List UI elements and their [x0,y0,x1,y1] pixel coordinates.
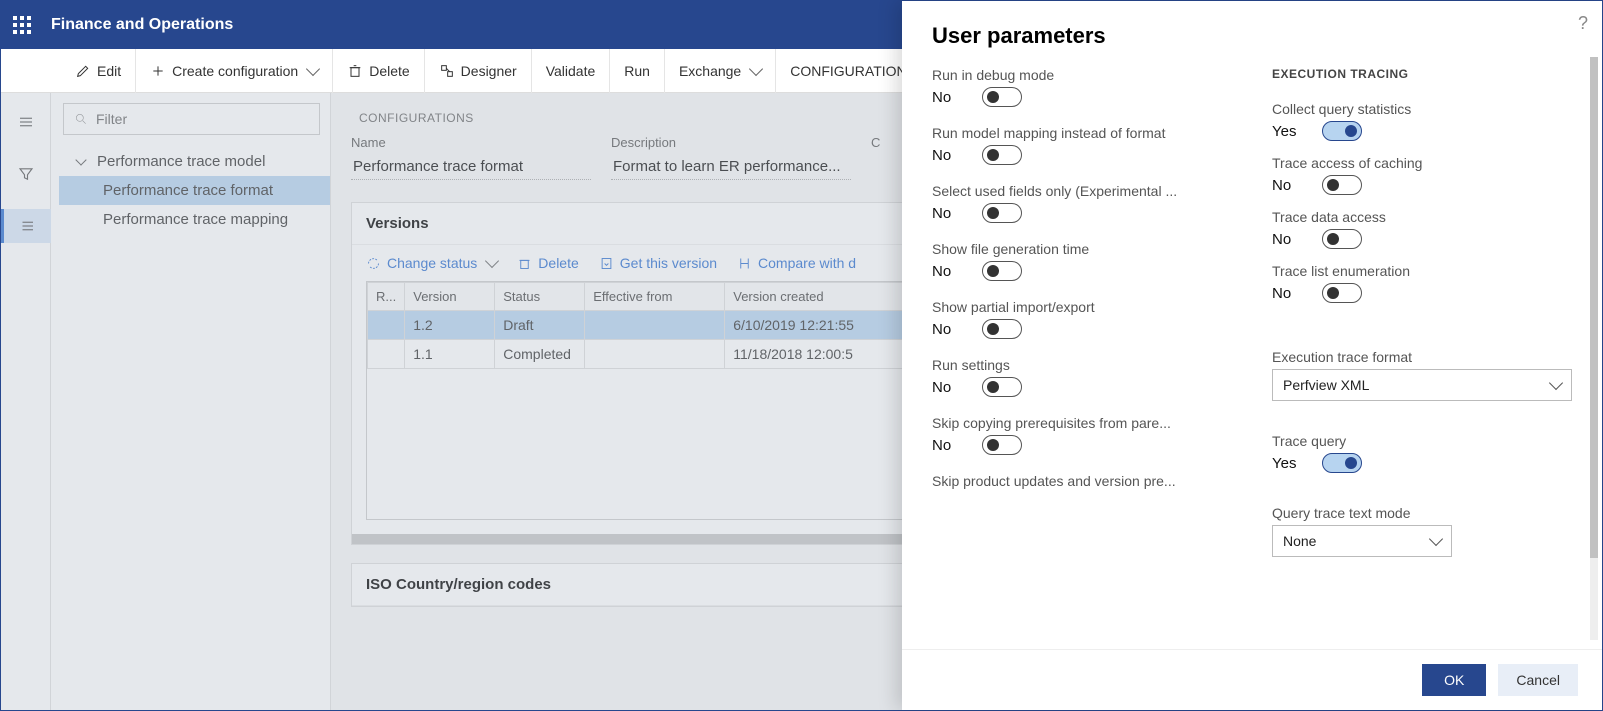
designer-button[interactable]: Designer [425,49,532,93]
get-version-button[interactable]: Get this version [599,255,717,271]
col-effective[interactable]: Effective from [585,283,725,311]
toggle[interactable] [982,261,1022,281]
dialog-footer: OK Cancel [902,649,1602,710]
toggle[interactable] [982,145,1022,165]
left-rail [1,93,51,710]
param-field: Trace data accessNo [1272,209,1572,249]
refresh-icon [366,256,381,271]
ok-button[interactable]: OK [1422,664,1486,696]
toggle[interactable] [982,203,1022,223]
chevron-down-icon [485,254,499,268]
chevron-down-icon [749,61,763,75]
param-field: Run in debug modeNo [932,67,1232,107]
tree-item-mapping[interactable]: Performance trace mapping [59,205,330,234]
designer-icon [439,63,455,79]
change-status-button[interactable]: Change status [366,255,497,271]
config-tree: Performance trace model Performance trac… [59,147,330,234]
toggle[interactable] [1322,283,1362,303]
help-icon[interactable]: ? [1578,13,1588,34]
create-configuration-button[interactable]: Create configuration [136,49,333,93]
compare-button[interactable]: Compare with d [737,255,856,271]
param-field: Select used fields only (Experimental ..… [932,183,1232,223]
compare-icon [737,256,752,271]
trash-icon [517,256,532,271]
col-status[interactable]: Status [495,283,585,311]
param-field: Show partial import/exportNo [932,299,1232,339]
toggle[interactable] [982,377,1022,397]
app-launcher-icon[interactable] [13,16,31,34]
delete-button[interactable]: Delete [333,49,424,93]
toggle[interactable] [982,319,1022,339]
download-icon [599,256,614,271]
field-label: Description [611,135,851,150]
chevron-down-icon [306,61,320,75]
version-delete-button[interactable]: Delete [517,255,578,271]
pencil-icon [75,63,91,79]
list-icon[interactable] [1,209,51,243]
toggle[interactable] [982,435,1022,455]
toggle[interactable] [1322,175,1362,195]
dialog-title: User parameters [902,1,1602,57]
filter-icon[interactable] [1,157,51,191]
tree-pane: Filter Performance trace model Performan… [51,93,331,710]
app-title: Finance and Operations [51,16,233,34]
tree-root[interactable]: Performance trace model [59,147,330,176]
section-title: EXECUTION TRACING [1272,67,1572,81]
toggle[interactable] [1322,229,1362,249]
exchange-button[interactable]: Exchange [665,49,776,93]
trash-icon [347,63,363,79]
col-version[interactable]: Version [405,283,495,311]
param-field: Show file generation timeNo [932,241,1232,281]
trace-query-toggle[interactable] [1322,453,1362,473]
user-parameters-dialog: ? User parameters Run in debug modeNoRun… [902,1,1602,710]
chevron-down-icon [1429,532,1443,546]
trace-query-field: Trace query Yes [1272,433,1572,473]
toggle[interactable] [1322,121,1362,141]
name-value[interactable]: Performance trace format [351,154,591,180]
query-trace-text-mode-select[interactable]: None [1272,525,1452,557]
param-field: Run model mapping instead of formatNo [932,125,1232,165]
plus-icon [150,63,166,79]
param-field: Trace access of cachingNo [1272,155,1572,195]
param-field: Trace list enumerationNo [1272,263,1572,303]
param-field: Run settingsNo [932,357,1232,397]
run-button[interactable]: Run [610,49,665,93]
dialog-scrollbar[interactable] [1590,57,1598,640]
toggle[interactable] [982,87,1022,107]
dialog-right-column: EXECUTION TRACING Collect query statisti… [1272,67,1572,629]
param-field: Collect query statisticsYes [1272,101,1572,141]
chevron-down-icon [1549,376,1563,390]
edit-button[interactable]: Edit [61,49,136,93]
param-field: Skip product updates and version pre... [932,473,1232,493]
param-field: Skip copying prerequisites from pare...N… [932,415,1232,455]
dialog-left-column: Run in debug modeNo Run model mapping ins… [932,67,1232,629]
description-value[interactable]: Format to learn ER performance... [611,154,851,180]
search-icon [74,112,88,126]
cancel-button[interactable]: Cancel [1498,664,1578,696]
field-label: Name [351,135,591,150]
exec-trace-format-select[interactable]: Perfview XML [1272,369,1572,401]
tree-filter[interactable]: Filter [63,103,320,135]
col-r[interactable]: R... [368,283,405,311]
configurations-tab[interactable]: CONFIGURATION [776,49,920,93]
menu-toggle-icon[interactable] [1,105,51,139]
validate-button[interactable]: Validate [532,49,611,93]
tree-item-format[interactable]: Performance trace format [59,176,330,205]
exec-trace-format-field: Execution trace format Perfview XML [1272,349,1572,401]
query-trace-text-mode-field: Query trace text mode None [1272,505,1572,557]
chevron-down-icon [75,154,86,165]
